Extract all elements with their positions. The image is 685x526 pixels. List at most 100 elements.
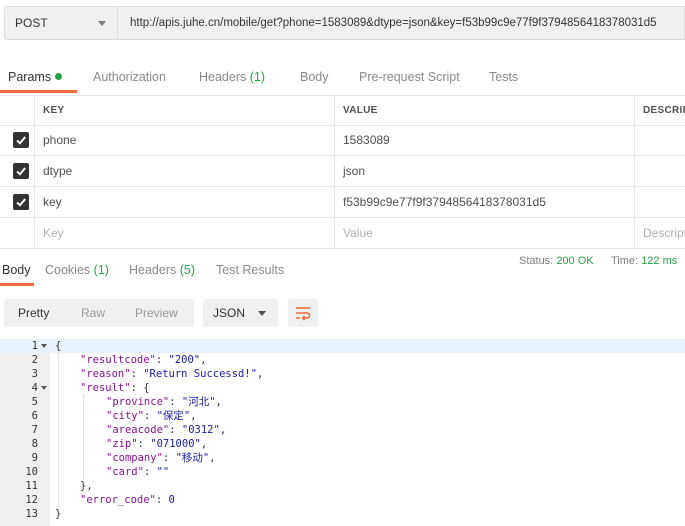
json-key: "zip"	[106, 438, 138, 450]
fold-toggle-icon[interactable]	[41, 344, 47, 348]
response-toolbar: Pretty Raw Preview JSON	[0, 295, 685, 331]
new-key-input[interactable]: Key	[34, 218, 334, 248]
status-value: 200 OK	[556, 255, 594, 267]
line-number: 11	[25, 480, 38, 492]
checkmark-icon	[16, 198, 26, 207]
view-pretty-button[interactable]: Pretty	[18, 299, 49, 327]
line-number: 1	[31, 340, 38, 352]
code-text: "resultcode": "200",	[80, 354, 207, 366]
method-select[interactable]: POST	[4, 6, 118, 40]
json-value: ""	[156, 466, 170, 478]
chevron-down-icon	[258, 311, 266, 316]
json-key: "city"	[106, 410, 144, 422]
param-value-field[interactable]: 1583089	[334, 125, 634, 155]
code-line: 12 "error_code": 0	[0, 493, 685, 507]
code-text: "zip": "071000",	[106, 438, 208, 450]
format-label: JSON	[213, 306, 246, 320]
tab-params-label: Params	[8, 70, 52, 84]
tab-headers[interactable]: Headers (1)	[199, 62, 265, 92]
wrap-lines-button[interactable]	[288, 299, 318, 327]
line-number: 3	[31, 368, 38, 380]
view-raw-button[interactable]: Raw	[81, 299, 105, 327]
checkbox[interactable]	[13, 132, 29, 148]
json-key: "company"	[106, 452, 163, 464]
table-row-new: Key Value Description	[0, 218, 685, 249]
time-value: 122 ms	[641, 255, 678, 267]
tab-authorization[interactable]: Authorization	[93, 62, 166, 92]
fold-toggle-icon[interactable]	[41, 386, 47, 390]
tab-body[interactable]: Body	[300, 62, 329, 92]
param-description-field[interactable]	[634, 125, 685, 155]
tab-tests[interactable]: Tests	[489, 62, 518, 92]
code-line: 10 "card": ""	[0, 465, 685, 479]
code-line: 7 "areacode": "0312",	[0, 423, 685, 437]
code-line: 9 "company": "移动",	[0, 451, 685, 465]
tab-headers-count: (1)	[249, 70, 266, 84]
param-description-field[interactable]	[634, 187, 685, 217]
line-number: 6	[31, 410, 38, 422]
tab-params[interactable]: Params	[8, 62, 63, 92]
format-select[interactable]: JSON	[203, 299, 278, 327]
param-description-field[interactable]	[634, 156, 685, 186]
code-text: "city": "保定",	[106, 410, 197, 422]
tab-test-results[interactable]: Test Results	[216, 255, 284, 285]
new-value-input[interactable]: Value	[334, 218, 634, 248]
line-number: 5	[31, 396, 38, 408]
code-text: }	[55, 508, 62, 520]
line-number: 2	[31, 354, 38, 366]
checkmark-icon	[16, 167, 26, 176]
json-key: "result"	[80, 382, 131, 394]
table-row: phone 1583089	[0, 125, 685, 156]
checkbox[interactable]	[13, 163, 29, 179]
code-line: 2 "resultcode": "200",	[0, 353, 685, 367]
active-tab-underline	[0, 283, 34, 286]
tab-prerequest-script[interactable]: Pre-request Script	[359, 62, 460, 92]
code-line: 4 "result": {	[0, 381, 685, 395]
request-tabs: Params Authorization Headers (1) Body Pr…	[0, 62, 685, 93]
tab-response-headers-label: Headers	[129, 263, 177, 277]
method-label: POST	[15, 16, 48, 30]
params-table-header: KEY VALUE DESCRIPTION	[0, 95, 685, 126]
view-mode-switch: Pretty Raw Preview	[4, 299, 194, 327]
code-line: 13 }	[0, 507, 685, 521]
json-key: "resultcode"	[80, 354, 156, 366]
code-line: 8 "zip": "071000",	[0, 437, 685, 451]
json-value: "200"	[168, 354, 201, 366]
json-value: "移动"	[175, 452, 210, 464]
response-body-viewer[interactable]: 1 { 2 "resultcode": "200", 3 "reason": "…	[0, 339, 685, 526]
view-preview-button[interactable]: Preview	[135, 299, 178, 327]
checkbox[interactable]	[13, 194, 29, 210]
tab-response-body[interactable]: Body	[2, 255, 31, 285]
status-info: Status: 200 OK	[519, 255, 594, 267]
tab-response-headers-count: (5)	[179, 263, 196, 277]
json-value: 0	[168, 494, 175, 506]
param-key-field[interactable]: phone	[34, 125, 334, 155]
json-key: "province"	[106, 396, 170, 408]
code-line: 6 "city": "保定",	[0, 409, 685, 423]
json-key: "card"	[106, 466, 144, 478]
tab-cookies-label: Cookies	[45, 263, 91, 277]
json-value: "保定"	[156, 410, 191, 422]
param-key-field[interactable]: key	[34, 187, 334, 217]
url-input[interactable]: http://apis.juhe.cn/mobile/get?phone=158…	[118, 6, 685, 40]
new-description-input[interactable]: Description	[634, 218, 685, 248]
tab-cookies[interactable]: Cookies (1)	[45, 255, 109, 285]
line-number: 13	[25, 508, 38, 520]
row-checkbox-cell	[0, 156, 34, 186]
code-text: "error_code": 0	[80, 494, 175, 506]
code-text: "reason": "Return Successd!",	[80, 368, 264, 380]
tab-response-headers[interactable]: Headers (5)	[129, 255, 195, 285]
time-info: Time: 122 ms	[611, 255, 677, 267]
param-value-field[interactable]: json	[334, 156, 634, 186]
code-line: 1 {	[0, 339, 685, 353]
time-label: Time:	[611, 255, 639, 267]
line-number: 7	[31, 424, 38, 436]
json-key: "reason"	[80, 368, 131, 380]
param-value-field[interactable]: f53b99c9e77f9f3794856418378031d5	[334, 187, 634, 217]
params-indicator-dot	[55, 73, 63, 80]
table-row: key f53b99c9e77f9f3794856418378031d5	[0, 187, 685, 218]
status-label: Status:	[519, 255, 554, 267]
param-key-field[interactable]: dtype	[34, 156, 334, 186]
code-text: "province": "河北",	[106, 396, 222, 408]
checkmark-icon	[16, 136, 26, 145]
